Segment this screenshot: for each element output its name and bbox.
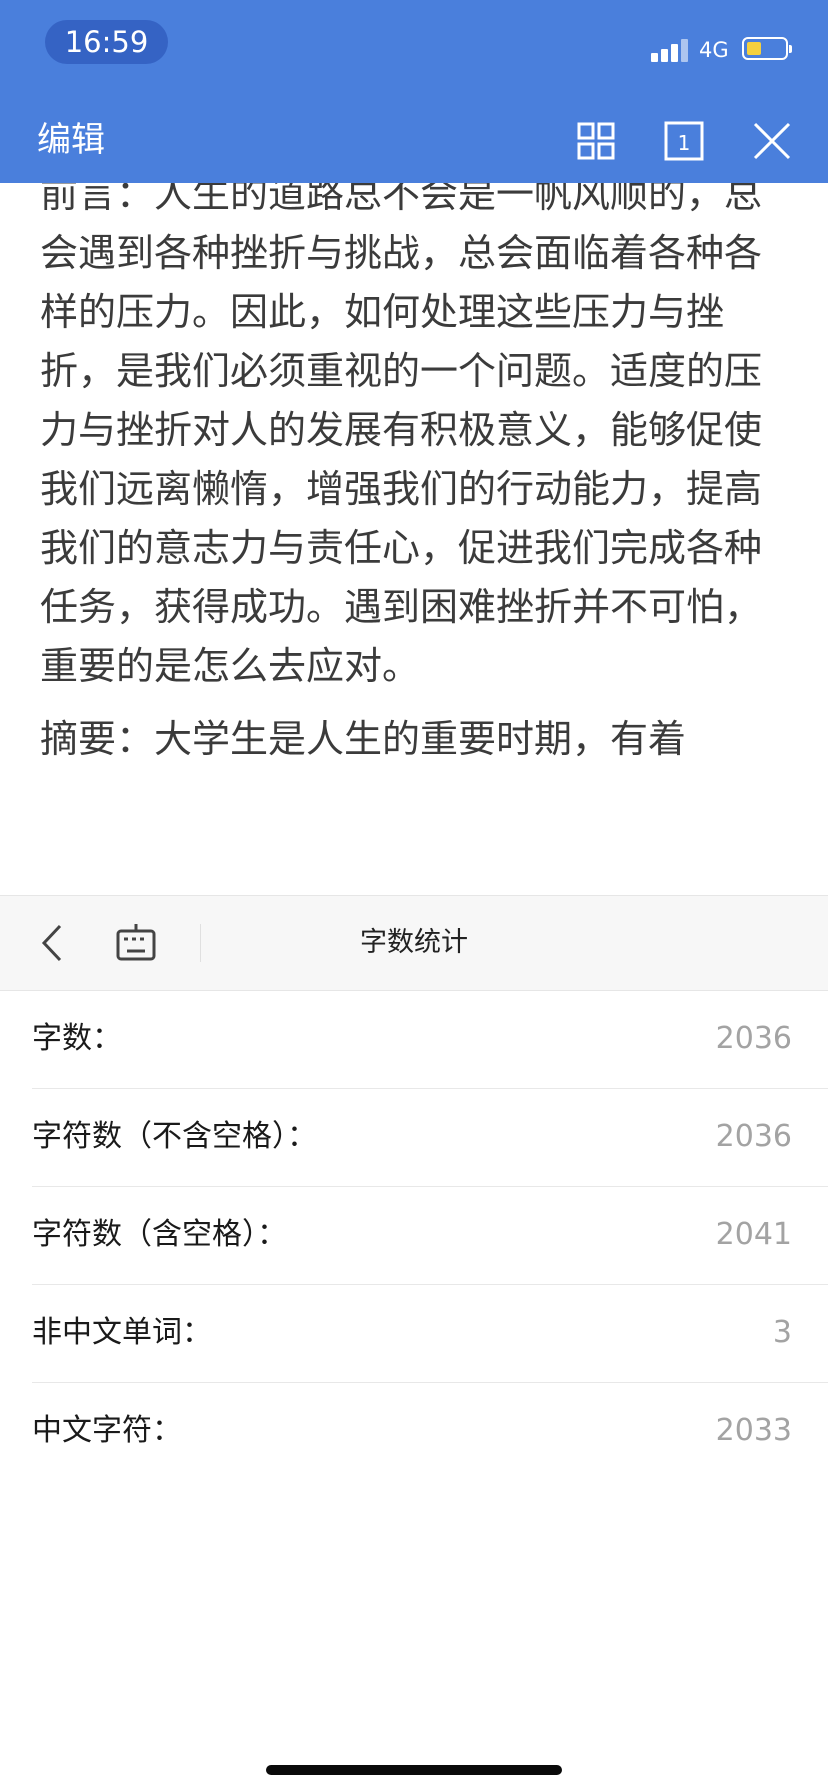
stat-label: 字符数（含空格）： bbox=[32, 1217, 287, 1252]
page-indicator: 1 bbox=[678, 131, 691, 155]
stat-value: 3 bbox=[772, 1315, 792, 1350]
stat-row-non-chinese-words: 非中文单词： 3 bbox=[32, 1285, 828, 1383]
top-header: 16:59 4G 编辑 1 bbox=[0, 0, 828, 183]
word-count-screen: 16:59 4G 编辑 1 前言：人生的道路总不会是一帆风顺的，总会遇到各种挫折… bbox=[0, 0, 828, 1792]
single-page-icon: 1 bbox=[664, 121, 704, 161]
stat-label: 字数： bbox=[32, 1021, 122, 1056]
home-indicator[interactable] bbox=[266, 1765, 562, 1775]
toolbar-divider bbox=[200, 924, 201, 962]
battery-icon bbox=[742, 37, 792, 60]
panel-toolbar: 字数统计 bbox=[0, 895, 828, 991]
back-button[interactable] bbox=[30, 920, 76, 966]
stat-value: 2036 bbox=[715, 1119, 792, 1154]
close-icon bbox=[753, 122, 791, 160]
back-chevron-icon bbox=[41, 924, 62, 962]
keyboard-button[interactable] bbox=[113, 920, 159, 966]
signal-icon bbox=[651, 38, 691, 62]
grid-view-button[interactable] bbox=[573, 118, 619, 164]
close-button[interactable] bbox=[749, 118, 795, 164]
stat-value: 2036 bbox=[715, 1021, 792, 1056]
stat-row-words: 字数： 2036 bbox=[32, 991, 828, 1089]
status-time: 16:59 bbox=[45, 20, 168, 64]
stat-label: 中文字符： bbox=[32, 1413, 182, 1448]
panel-title: 字数统计 bbox=[360, 927, 468, 958]
editor-title: 编辑 bbox=[37, 120, 105, 160]
stat-value: 2033 bbox=[715, 1413, 792, 1448]
grid-view-icon bbox=[577, 122, 615, 160]
stat-label: 字符数（不含空格）： bbox=[32, 1119, 317, 1154]
document-body[interactable]: 前言：人生的道路总不会是一帆风顺的，总会遇到各种挫折与挑战，总会面临着各种各样的… bbox=[0, 183, 828, 895]
stat-row-chinese-chars: 中文字符： 2033 bbox=[32, 1383, 828, 1480]
keyboard-icon bbox=[116, 924, 156, 961]
page-count-button[interactable]: 1 bbox=[661, 118, 707, 164]
battery-level bbox=[747, 42, 761, 55]
abstract-paragraph: 摘要：大学生是人生的重要时期，有着 bbox=[40, 717, 687, 761]
stat-value: 2041 bbox=[715, 1217, 792, 1252]
preface-paragraph: 前言：人生的道路总不会是一帆风顺的，总会遇到各种挫折与挑战，总会面临着各种各样的… bbox=[40, 183, 763, 688]
stat-row-chars-no-spaces: 字符数（不含空格）： 2036 bbox=[32, 1089, 828, 1187]
stat-label: 非中文单词： bbox=[32, 1315, 212, 1350]
network-type: 4G bbox=[699, 38, 729, 62]
word-count-panel: 字数统计 字数： 2036 字符数（不含空格）： 2036 字符数（含空格）： … bbox=[0, 895, 828, 1792]
stat-row-chars-with-spaces: 字符数（含空格）： 2041 bbox=[32, 1187, 828, 1285]
